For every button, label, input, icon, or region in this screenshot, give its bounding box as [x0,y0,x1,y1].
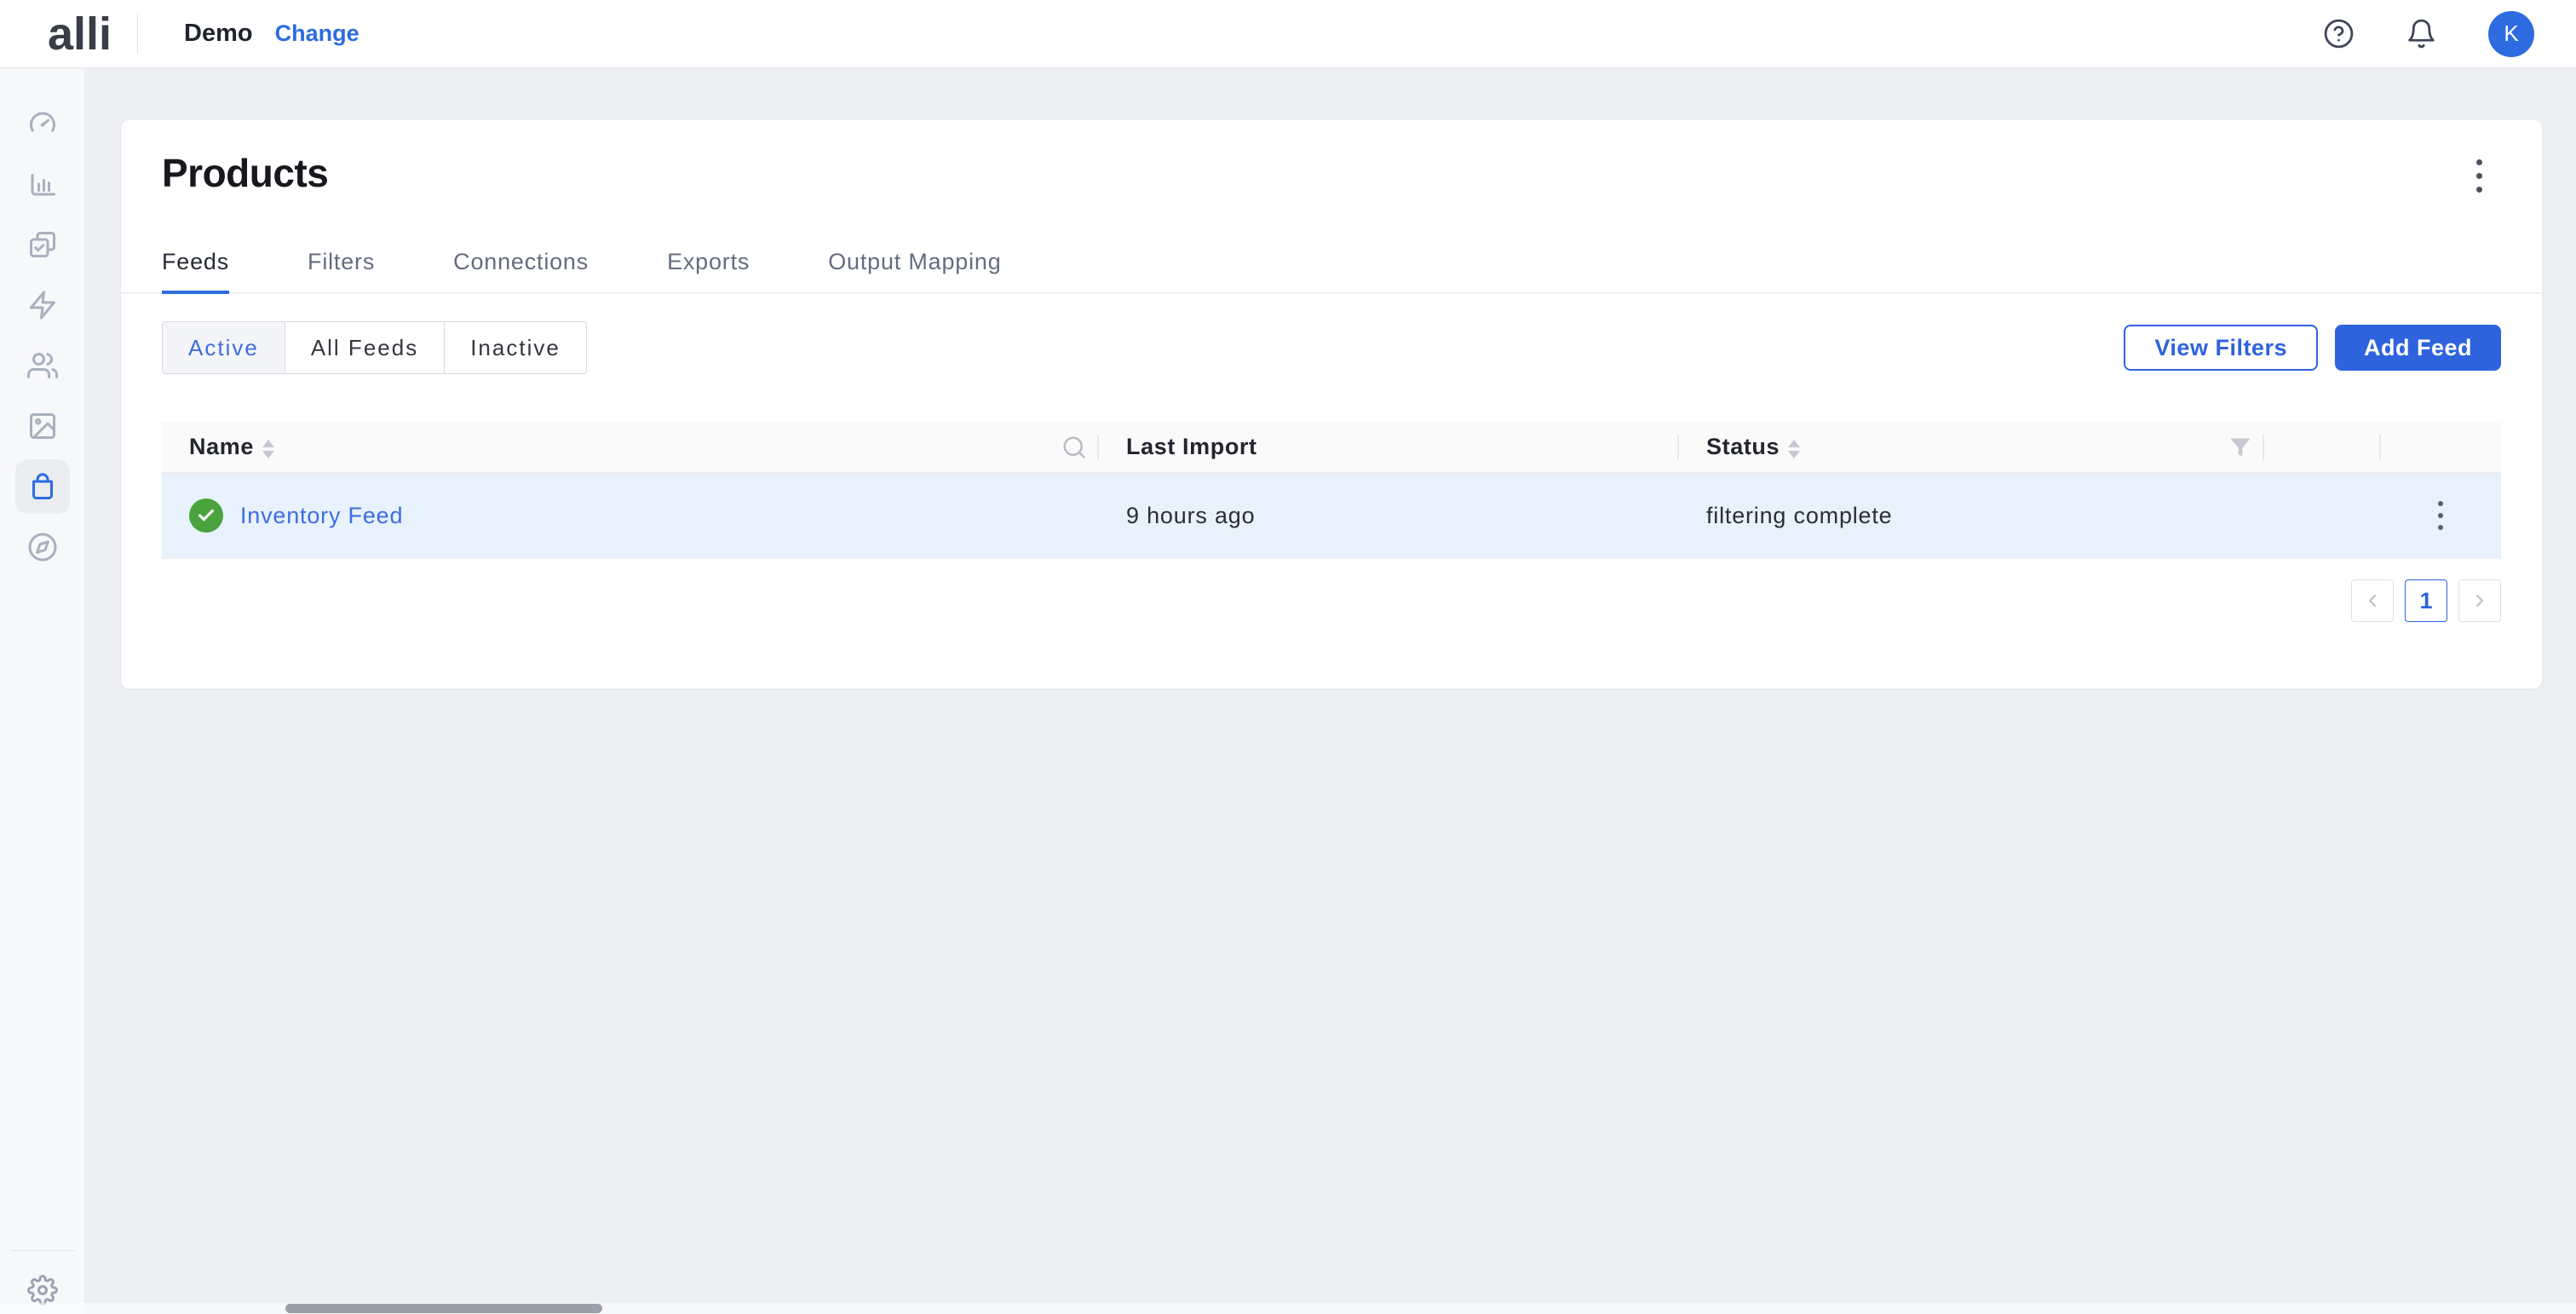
sidebar-item-audiences[interactable] [15,338,70,393]
column-header-status[interactable]: Status [1679,422,2264,472]
table-header-row: Name Last Import Status [162,422,2501,474]
page-title: Products [162,151,328,195]
image-icon [27,411,58,441]
column-header-empty-1 [2264,422,2381,472]
add-feed-button[interactable]: Add Feed [2335,325,2501,371]
pagination-next-button[interactable] [2458,579,2501,622]
horizontal-scrollbar-thumb[interactable] [285,1304,602,1313]
success-check-icon [189,499,223,533]
bar-chart-icon [27,169,58,199]
chevron-left-icon [2362,591,2383,611]
column-header-name[interactable]: Name [162,422,1099,472]
change-workspace-link[interactable]: Change [275,20,359,47]
sidebar-nav [0,69,84,574]
card-header: Products [121,120,2542,199]
feed-status-segmented-control: Active All Feeds Inactive [162,321,587,374]
help-icon[interactable] [2323,18,2355,49]
card-menu-kebab-icon[interactable] [2470,153,2489,199]
column-label: Last Import [1126,434,1257,460]
cell-actions [2381,494,2499,537]
sidebar-item-dashboard[interactable] [15,96,70,151]
table-row[interactable]: Inventory Feed 9 hours ago filtering com… [162,474,2501,559]
sort-carets-icon[interactable] [1788,440,1800,458]
shopping-bag-icon [27,471,58,502]
users-icon [27,350,58,381]
column-search-icon[interactable] [1061,435,1087,460]
sidebar-item-creative[interactable] [15,399,70,453]
sidebar-item-discover[interactable] [15,520,70,574]
cell-status: filtering complete [1679,503,2264,529]
compass-icon [27,532,58,562]
row-menu-kebab-icon[interactable] [2431,494,2450,537]
cell-name: Inventory Feed [162,499,1099,533]
view-filters-button[interactable]: View Filters [2124,325,2318,371]
sidebar [0,69,85,1314]
chevron-right-icon [2470,591,2490,611]
tab-connections[interactable]: Connections [453,249,589,292]
tab-feeds[interactable]: Feeds [162,249,229,292]
horizontal-scrollbar-track[interactable] [0,1303,2576,1314]
sidebar-item-automation[interactable] [15,278,70,332]
column-header-last-import[interactable]: Last Import [1099,422,1679,472]
pagination-page-1-button[interactable]: 1 [2405,579,2447,622]
topbar-actions: K [2323,11,2534,57]
lightning-bolt-icon [27,290,58,320]
segment-active[interactable]: Active [163,322,285,373]
workspace-name: Demo [184,20,253,48]
products-card: Products Feeds Filters Connections Expor… [121,120,2542,689]
column-header-empty-2 [2381,422,2499,472]
segment-all-feeds[interactable]: All Feeds [285,322,444,373]
feeds-toolbar: Active All Feeds Inactive View Filters A… [121,321,2542,374]
logo-divider [137,14,138,54]
sidebar-item-products[interactable] [15,459,70,514]
tab-exports[interactable]: Exports [667,249,750,292]
column-label: Name [189,434,254,460]
cell-last-import: 9 hours ago [1099,503,1679,529]
clipboard-check-icon [27,229,58,260]
main-content: Products Feeds Filters Connections Expor… [86,69,2576,1314]
feeds-table: Name Last Import Status [162,422,2501,559]
settings-gear-icon[interactable] [26,1273,60,1307]
sidebar-divider [10,1250,75,1251]
tab-filters[interactable]: Filters [308,249,375,292]
pagination: 1 [162,579,2501,689]
tab-bar: Feeds Filters Connections Exports Output… [121,249,2542,294]
dashboard-gauge-icon [27,108,58,139]
segment-inactive[interactable]: Inactive [444,322,586,373]
column-label: Status [1706,434,1780,460]
notifications-bell-icon[interactable] [2406,18,2437,49]
user-avatar[interactable]: K [2488,11,2534,57]
app-logo: alli [48,0,112,68]
toolbar-actions: View Filters Add Feed [2124,325,2501,371]
sort-carets-icon[interactable] [262,440,274,458]
column-filter-funnel-icon[interactable] [2228,435,2252,459]
tab-output-mapping[interactable]: Output Mapping [828,249,1001,292]
feed-name-link[interactable]: Inventory Feed [240,503,403,529]
top-bar: alli Demo Change K [0,0,2576,68]
sidebar-item-tasks[interactable] [15,217,70,272]
pagination-prev-button[interactable] [2351,579,2394,622]
sidebar-item-analytics[interactable] [15,157,70,211]
